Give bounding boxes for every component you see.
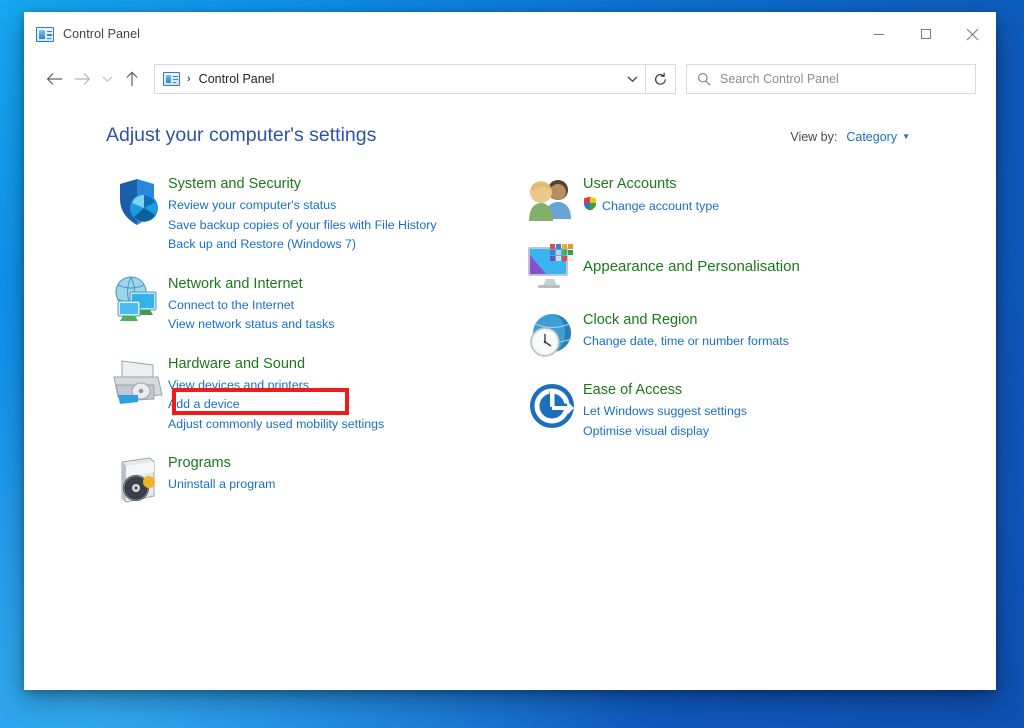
category-programs: Programs Uninstall a program: [106, 452, 521, 506]
refresh-button[interactable]: [646, 64, 676, 94]
maximize-button[interactable]: [902, 12, 949, 56]
up-button[interactable]: [118, 64, 146, 94]
category-title[interactable]: User Accounts: [583, 174, 677, 195]
category-body: Programs Uninstall a program: [168, 452, 275, 506]
view-by-control: View by: Category ▼: [790, 130, 910, 144]
category-user-accounts: User Accounts Change account type: [521, 173, 936, 223]
breadcrumb-control-panel[interactable]: Control Panel: [199, 72, 275, 86]
category-system-and-security: System and Security Review your computer…: [106, 173, 521, 255]
category-hardware-and-sound: Hardware and Sound View devices and prin…: [106, 353, 521, 435]
category-columns: System and Security Review your computer…: [106, 173, 966, 524]
category-body: Clock and Region Change date, time or nu…: [583, 309, 789, 361]
category-link[interactable]: Connect to the Internet: [168, 296, 294, 316]
ease-of-access-icon: [521, 379, 583, 441]
chevron-down-icon[interactable]: [619, 65, 645, 93]
uac-shield-icon: [583, 196, 597, 218]
breadcrumb-separator[interactable]: ›: [187, 73, 191, 85]
close-button[interactable]: [949, 12, 996, 56]
link-label: Change account type: [602, 199, 720, 213]
appearance-monitor-icon: [521, 241, 583, 291]
control-panel-content: Adjust your computer's settings View by:…: [24, 102, 996, 524]
control-panel-icon: [36, 26, 54, 42]
breadcrumb-control-panel-icon: [163, 72, 180, 86]
category-body: Network and Internet Connect to the Inte…: [168, 273, 334, 335]
network-icon: [106, 273, 168, 335]
window-controls: [855, 12, 996, 56]
category-title[interactable]: Network and Internet: [168, 274, 303, 295]
address-bar[interactable]: › Control Panel: [154, 64, 646, 94]
category-link[interactable]: Add a device: [168, 395, 240, 415]
user-accounts-icon: [521, 173, 583, 223]
category-link[interactable]: Adjust commonly used mobility settings: [168, 415, 384, 435]
search-icon: [697, 72, 711, 86]
category-title[interactable]: Programs: [168, 453, 231, 474]
category-ease-of-access: Ease of Access Let Windows suggest setti…: [521, 379, 936, 441]
search-box[interactable]: [686, 64, 976, 94]
category-link[interactable]: Review your computer's status: [168, 196, 336, 216]
category-title[interactable]: Appearance and Personalisation: [583, 256, 800, 277]
search-input[interactable]: [720, 72, 975, 86]
view-by-label: View by:: [790, 130, 838, 144]
category-link[interactable]: Back up and Restore (Windows 7): [168, 235, 356, 255]
category-body: System and Security Review your computer…: [168, 173, 437, 255]
category-appearance-and-personalisation: Appearance and Personalisation: [521, 241, 936, 291]
page-header: Adjust your computer's settings View by:…: [106, 124, 966, 147]
category-body: Hardware and Sound View devices and prin…: [168, 353, 384, 435]
page-title: Adjust your computer's settings: [106, 124, 377, 146]
view-by-value: Category: [846, 130, 898, 144]
category-link[interactable]: Uninstall a program: [168, 475, 275, 495]
printer-icon: [106, 353, 168, 435]
category-link-change-account-type[interactable]: Change account type: [583, 196, 719, 218]
category-link[interactable]: View network status and tasks: [168, 315, 334, 335]
forward-button[interactable]: [68, 64, 96, 94]
category-network-and-internet: Network and Internet Connect to the Inte…: [106, 273, 521, 335]
shield-security-icon: [106, 173, 168, 255]
category-body: User Accounts Change account type: [583, 173, 719, 223]
category-title[interactable]: System and Security: [168, 174, 301, 195]
recent-locations-button[interactable]: [96, 64, 118, 94]
category-body: Appearance and Personalisation: [583, 255, 800, 278]
minimize-button[interactable]: [855, 12, 902, 56]
view-by-dropdown[interactable]: Category ▼: [846, 130, 910, 144]
category-body: Ease of Access Let Windows suggest setti…: [583, 379, 747, 441]
window-title-bar: Control Panel: [24, 12, 996, 56]
category-link[interactable]: Save backup copies of your files with Fi…: [168, 216, 437, 236]
category-title[interactable]: Clock and Region: [583, 310, 697, 331]
navigation-bar: › Control Panel: [24, 56, 996, 102]
clock-globe-icon: [521, 309, 583, 361]
back-button[interactable]: [40, 64, 68, 94]
programs-disc-icon: [106, 452, 168, 506]
chevron-down-icon: ▼: [902, 131, 910, 141]
right-column: User Accounts Change account type Appear…: [521, 173, 936, 524]
left-column: System and Security Review your computer…: [106, 173, 521, 524]
category-link[interactable]: Optimise visual display: [583, 422, 709, 442]
category-clock-and-region: Clock and Region Change date, time or nu…: [521, 309, 936, 361]
category-link-view-devices-and-printers[interactable]: View devices and printers: [168, 376, 309, 396]
window-title: Control Panel: [63, 27, 141, 41]
control-panel-window: Control Panel › Control Panel Search Con…: [24, 12, 996, 690]
category-title[interactable]: Ease of Access: [583, 380, 682, 401]
category-link[interactable]: Change date, time or number formats: [583, 332, 789, 352]
category-title[interactable]: Hardware and Sound: [168, 354, 305, 375]
category-link[interactable]: Let Windows suggest settings: [583, 402, 747, 422]
